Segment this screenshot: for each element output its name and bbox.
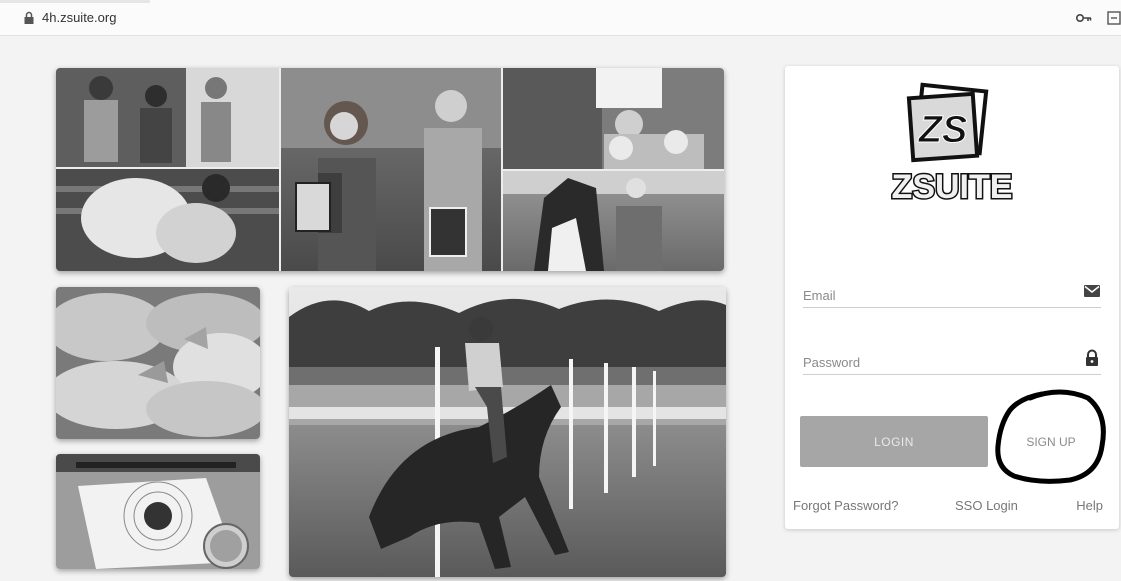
password-input[interactable] bbox=[803, 351, 1073, 373]
collage-photo-pigs bbox=[56, 287, 260, 439]
browser-url-bar[interactable]: 4h.zsuite.org bbox=[0, 0, 1121, 36]
zsuite-logo: ZS ZSUITE bbox=[890, 82, 1014, 208]
signup-button[interactable]: SIGN UP bbox=[1003, 416, 1099, 467]
help-link[interactable]: Help bbox=[1076, 498, 1103, 513]
extension-icon[interactable] bbox=[1107, 10, 1121, 26]
padlock-icon bbox=[1086, 349, 1098, 366]
login-card: ZS ZSUITE LOGIN SIGN UP Forgot Password?… bbox=[785, 66, 1119, 529]
url-text[interactable]: 4h.zsuite.org bbox=[42, 10, 116, 25]
logo-wordmark: ZSUITE bbox=[892, 168, 1013, 206]
sso-login-link[interactable]: SSO Login bbox=[955, 498, 1018, 513]
tab-strip-edge bbox=[0, 0, 150, 3]
forgot-password-link[interactable]: Forgot Password? bbox=[793, 498, 899, 513]
footer-links: Forgot Password? SSO Login Help bbox=[785, 498, 1119, 518]
lock-icon bbox=[24, 11, 34, 24]
collage-photo-top bbox=[56, 68, 724, 271]
envelope-icon bbox=[1084, 285, 1100, 297]
email-field[interactable] bbox=[803, 278, 1101, 308]
login-button[interactable]: LOGIN bbox=[800, 416, 988, 467]
key-icon[interactable] bbox=[1075, 11, 1093, 25]
logo-monogram: ZS bbox=[918, 109, 968, 151]
collage-photo-target bbox=[56, 454, 260, 569]
password-field[interactable] bbox=[803, 345, 1101, 375]
collage-photo-horse-rider bbox=[289, 287, 726, 577]
email-input[interactable] bbox=[803, 284, 1073, 306]
